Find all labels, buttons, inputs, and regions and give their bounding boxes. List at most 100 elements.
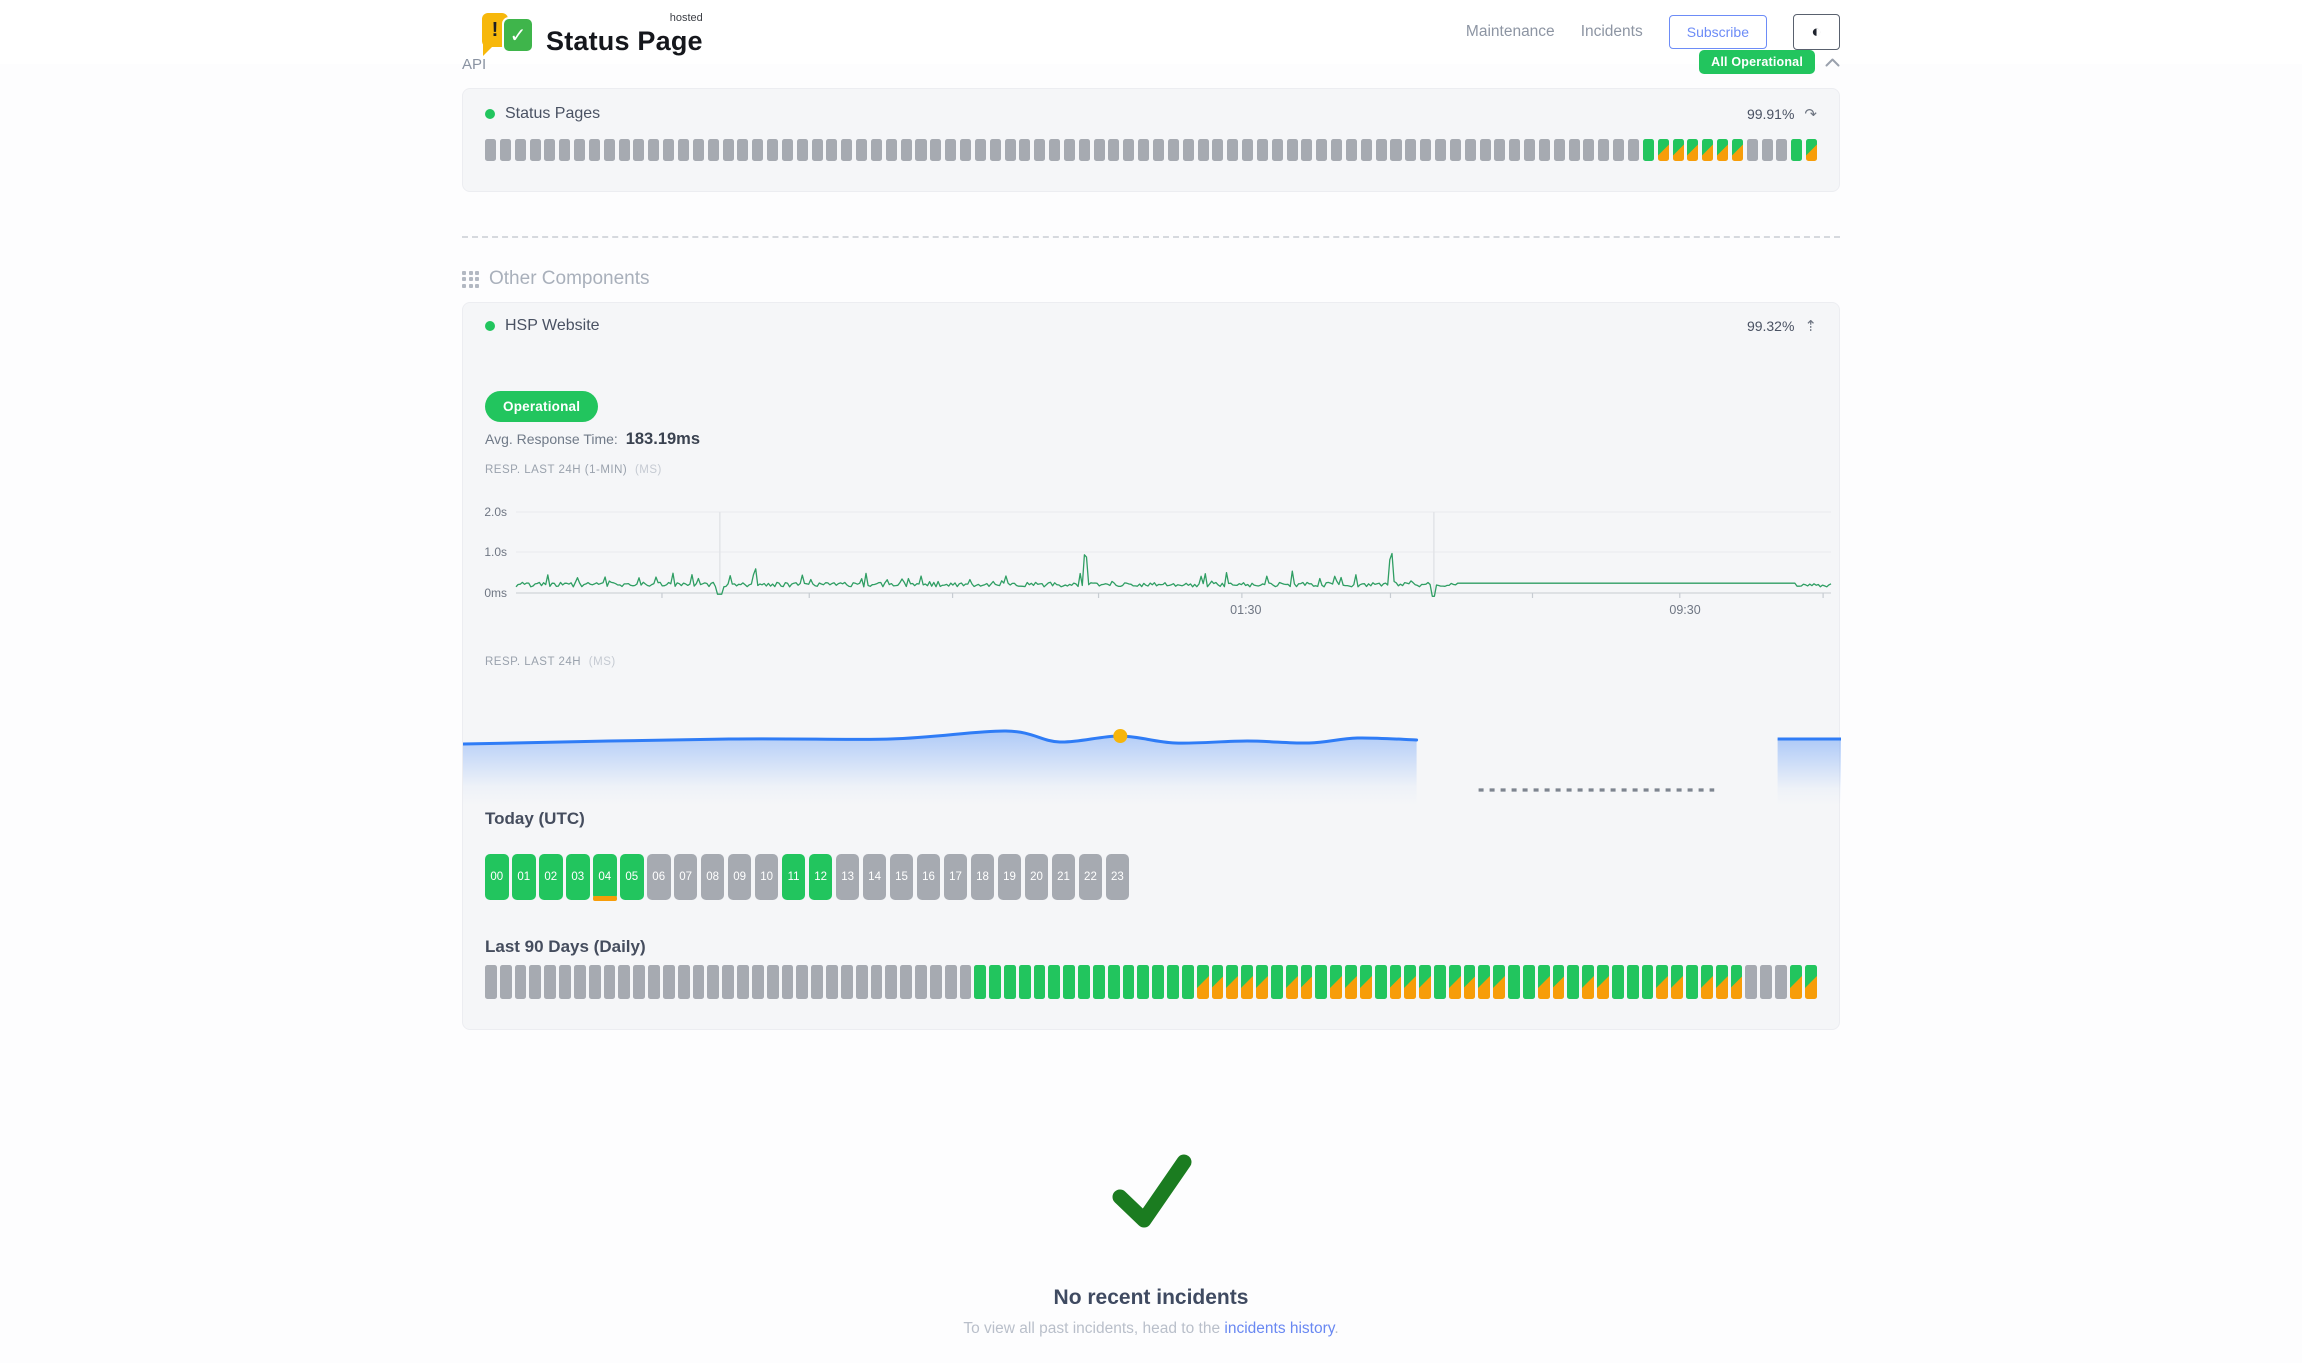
day-bar[interactable] xyxy=(529,965,541,999)
hour-block-17[interactable]: 17 xyxy=(944,854,968,900)
uptime-bar[interactable] xyxy=(1420,139,1431,161)
day-bar[interactable] xyxy=(1404,965,1416,999)
day-bar[interactable] xyxy=(604,965,616,999)
day-bar[interactable] xyxy=(1464,965,1476,999)
day-bar[interactable] xyxy=(945,965,957,999)
day-bar[interactable] xyxy=(1078,965,1090,999)
uptime-bar[interactable] xyxy=(960,139,971,161)
day-bar[interactable] xyxy=(1286,965,1298,999)
uptime-bar[interactable] xyxy=(856,139,867,161)
hour-block-02[interactable]: 02 xyxy=(539,854,563,900)
uptime-bar[interactable] xyxy=(1598,139,1609,161)
uptime-bar[interactable] xyxy=(1346,139,1357,161)
day-bar[interactable] xyxy=(1034,965,1046,999)
uptime-bar[interactable] xyxy=(1005,139,1016,161)
uptime-bar[interactable] xyxy=(1331,139,1342,161)
uptime-bar[interactable] xyxy=(1049,139,1060,161)
day-bar[interactable] xyxy=(1642,965,1654,999)
hour-block-06[interactable]: 06 xyxy=(647,854,671,900)
uptime-bar[interactable] xyxy=(693,139,704,161)
uptime-bar[interactable] xyxy=(1376,139,1387,161)
uptime-bar[interactable] xyxy=(812,139,823,161)
day-bar[interactable] xyxy=(1671,965,1683,999)
uptime-bar[interactable] xyxy=(975,139,986,161)
day-bar[interactable] xyxy=(885,965,897,999)
day-bar[interactable] xyxy=(1686,965,1698,999)
uptime-bar[interactable] xyxy=(1717,139,1728,161)
uptime-bar[interactable] xyxy=(1361,139,1372,161)
hour-block-16[interactable]: 16 xyxy=(917,854,941,900)
uptime-bar[interactable] xyxy=(782,139,793,161)
day-bar[interactable] xyxy=(1390,965,1402,999)
day-bar[interactable] xyxy=(1612,965,1624,999)
uptime-bar[interactable] xyxy=(1064,139,1075,161)
day-bar[interactable] xyxy=(1656,965,1668,999)
day-bar[interactable] xyxy=(1093,965,1105,999)
day-bar[interactable] xyxy=(811,965,823,999)
day-bar[interactable] xyxy=(1716,965,1728,999)
uptime-bar[interactable] xyxy=(723,139,734,161)
day-bar[interactable] xyxy=(633,965,645,999)
uptime-bar[interactable] xyxy=(574,139,585,161)
day-bar[interactable] xyxy=(1523,965,1535,999)
day-bar[interactable] xyxy=(1212,965,1224,999)
day-bar[interactable] xyxy=(930,965,942,999)
uptime-bar[interactable] xyxy=(1539,139,1550,161)
day-bar[interactable] xyxy=(767,965,779,999)
hour-block-05[interactable]: 05 xyxy=(620,854,644,900)
uptime-bar[interactable] xyxy=(1673,139,1684,161)
uptime-bar[interactable] xyxy=(1806,139,1817,161)
uptime-bar[interactable] xyxy=(1094,139,1105,161)
uptime-bar[interactable] xyxy=(530,139,541,161)
day-bar[interactable] xyxy=(1701,965,1713,999)
uptime-bar[interactable] xyxy=(500,139,511,161)
day-bar[interactable] xyxy=(826,965,838,999)
uptime-bar[interactable] xyxy=(1019,139,1030,161)
hour-block-22[interactable]: 22 xyxy=(1079,854,1103,900)
day-bar[interactable] xyxy=(1375,965,1387,999)
uptime-bar[interactable] xyxy=(589,139,600,161)
refresh-icon[interactable]: ↷ xyxy=(1804,107,1817,122)
uptime-bar[interactable] xyxy=(737,139,748,161)
day-bar[interactable] xyxy=(1790,965,1802,999)
uptime-bar[interactable] xyxy=(708,139,719,161)
uptime-bar[interactable] xyxy=(871,139,882,161)
day-bar[interactable] xyxy=(1419,965,1431,999)
day-bar[interactable] xyxy=(1627,965,1639,999)
day-bar[interactable] xyxy=(1019,965,1031,999)
uptime-bar[interactable] xyxy=(648,139,659,161)
hour-block-03[interactable]: 03 xyxy=(566,854,590,900)
uptime-bar[interactable] xyxy=(826,139,837,161)
uptime-bar[interactable] xyxy=(485,139,496,161)
day-bar[interactable] xyxy=(915,965,927,999)
uptime-bar[interactable] xyxy=(1613,139,1624,161)
day-bar[interactable] xyxy=(1553,965,1565,999)
uptime-bar[interactable] xyxy=(1658,139,1669,161)
uptime-bar[interactable] xyxy=(1435,139,1446,161)
day-bar[interactable] xyxy=(1167,965,1179,999)
uptime-bar[interactable] xyxy=(1732,139,1743,161)
uptime-bar[interactable] xyxy=(1242,139,1253,161)
uptime-bar[interactable] xyxy=(1168,139,1179,161)
day-bar[interactable] xyxy=(1048,965,1060,999)
hour-block-20[interactable]: 20 xyxy=(1025,854,1049,900)
hour-block-08[interactable]: 08 xyxy=(701,854,725,900)
uptime-bar[interactable] xyxy=(1450,139,1461,161)
day-bar[interactable] xyxy=(544,965,556,999)
hour-block-15[interactable]: 15 xyxy=(890,854,914,900)
uptime-bar[interactable] xyxy=(663,139,674,161)
day-bar[interactable] xyxy=(1137,965,1149,999)
day-bar[interactable] xyxy=(1063,965,1075,999)
day-bar[interactable] xyxy=(856,965,868,999)
uptime-bar[interactable] xyxy=(990,139,1001,161)
day-bar[interactable] xyxy=(1123,965,1135,999)
day-bar[interactable] xyxy=(663,965,675,999)
day-bar[interactable] xyxy=(515,965,527,999)
uptime-bar[interactable] xyxy=(1390,139,1401,161)
uptime-bar[interactable] xyxy=(633,139,644,161)
day-bar[interactable] xyxy=(648,965,660,999)
day-bar[interactable] xyxy=(722,965,734,999)
day-bar[interactable] xyxy=(960,965,972,999)
day-bar[interactable] xyxy=(678,965,690,999)
uptime-bar[interactable] xyxy=(1123,139,1134,161)
